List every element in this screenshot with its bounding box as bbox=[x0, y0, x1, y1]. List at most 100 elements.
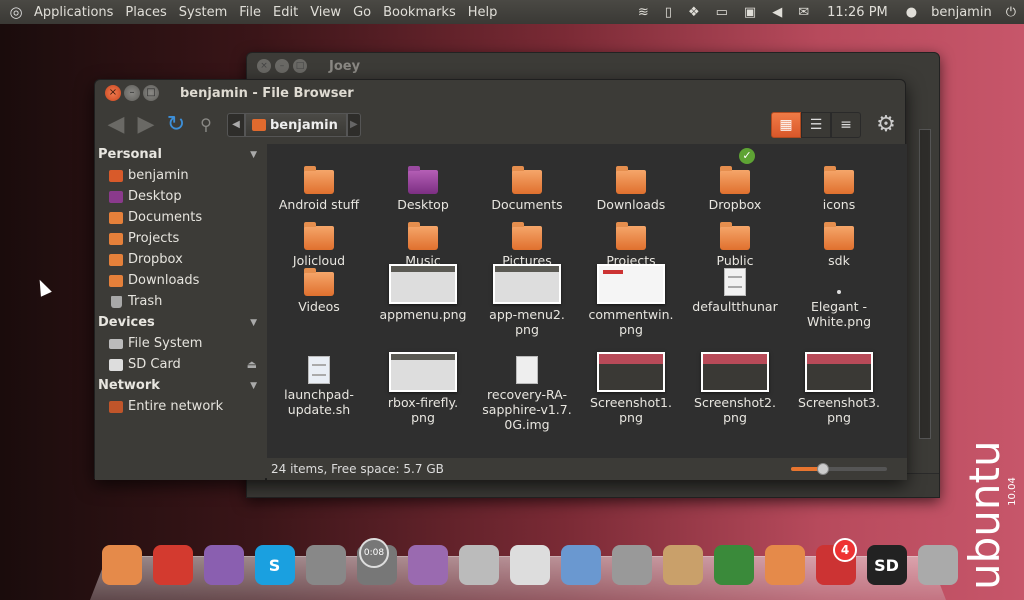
file-item[interactable]: Downloads bbox=[579, 158, 683, 212]
drive-icon bbox=[109, 338, 123, 349]
file-item[interactable]: appmenu.png bbox=[371, 260, 475, 322]
minimize-icon[interactable]: – bbox=[124, 85, 140, 101]
file-item[interactable]: launchpad- update.sh bbox=[267, 348, 371, 417]
menu-file[interactable]: File bbox=[233, 5, 267, 20]
calculator-app[interactable] bbox=[606, 540, 657, 590]
phone-icon[interactable]: ▯ bbox=[657, 5, 680, 20]
sidebar-item-trash[interactable]: Trash bbox=[95, 291, 265, 312]
file-item[interactable]: Elegant - White.png bbox=[787, 260, 891, 329]
script-file-icon bbox=[308, 356, 330, 384]
user-icon[interactable]: ● bbox=[898, 5, 925, 20]
gear-icon[interactable]: ⚙ bbox=[871, 111, 901, 139]
battery-icon[interactable]: ▭ bbox=[708, 5, 736, 20]
webcam-app[interactable] bbox=[453, 540, 504, 590]
files-app[interactable] bbox=[759, 540, 810, 590]
sidebar-header-devices[interactable]: Devices ▼ bbox=[95, 312, 265, 333]
triangle-down-icon[interactable]: ▼ bbox=[250, 381, 257, 391]
dropbox-icon[interactable]: ❖ bbox=[680, 5, 708, 20]
file-item[interactable]: icons bbox=[787, 158, 891, 212]
wifi-icon[interactable]: ≋ bbox=[630, 5, 657, 20]
back-arrow-icon[interactable]: ◀ bbox=[101, 111, 131, 139]
sidebar-item-benjamin[interactable]: benjamin bbox=[95, 165, 265, 186]
file-item[interactable]: commentwin. png bbox=[579, 260, 683, 337]
timer-app[interactable]: 0:08 bbox=[351, 538, 402, 590]
sidebar-item-downloads[interactable]: Downloads bbox=[95, 270, 265, 291]
mail-icon[interactable]: ✉ bbox=[790, 5, 817, 20]
search-icon[interactable]: ⚲ bbox=[191, 111, 221, 139]
forward-arrow-icon[interactable]: ▶ bbox=[131, 111, 161, 139]
file-item[interactable]: rbox-firefly. png bbox=[371, 348, 475, 425]
sidebar-header-personal[interactable]: Personal ▼ bbox=[95, 144, 265, 165]
triangle-down-icon[interactable]: ▼ bbox=[250, 318, 257, 328]
menu-applications[interactable]: Applications bbox=[28, 5, 119, 20]
file-view[interactable]: Android stuff Desktop Documents Downloads ✓ D… bbox=[267, 144, 907, 458]
ubuntu-logo-icon[interactable]: ◎ bbox=[4, 3, 28, 21]
triangle-down-icon[interactable]: ▼ bbox=[250, 150, 257, 160]
writer-app[interactable] bbox=[555, 540, 606, 590]
zoom-slider[interactable] bbox=[791, 463, 887, 475]
clock[interactable]: 11:26 PM bbox=[817, 5, 898, 20]
file-item[interactable]: Videos bbox=[267, 260, 371, 314]
file-item[interactable]: Screenshot3. png bbox=[787, 348, 891, 425]
sidebar-item-documents[interactable]: Documents bbox=[95, 207, 265, 228]
file-item[interactable]: ✓ Dropbox bbox=[683, 148, 787, 212]
skype-app[interactable]: S bbox=[249, 540, 300, 590]
minimize-icon[interactable]: – bbox=[275, 59, 289, 73]
power-icon[interactable]: ⏻ bbox=[998, 5, 1024, 20]
file-item[interactable]: app-menu2. png bbox=[475, 260, 579, 337]
sidebar-item-entire-network[interactable]: Entire network bbox=[95, 396, 265, 417]
menu-edit[interactable]: Edit bbox=[267, 5, 304, 20]
folder-icon bbox=[824, 166, 854, 194]
sidebar-header-network[interactable]: Network ▼ bbox=[95, 375, 265, 396]
sidebar-item-dropbox[interactable]: Dropbox bbox=[95, 249, 265, 270]
calculator-app-icon bbox=[611, 545, 652, 585]
menu-go[interactable]: Go bbox=[347, 5, 377, 20]
compact-view-button[interactable]: ≡ bbox=[831, 112, 861, 138]
close-icon[interactable]: × bbox=[257, 59, 271, 73]
pidgin-app[interactable] bbox=[198, 540, 249, 590]
sidebar-item-sd-card[interactable]: SD Card ⏏ bbox=[95, 354, 265, 375]
maximize-icon[interactable]: □ bbox=[143, 85, 159, 101]
menu-places[interactable]: Places bbox=[119, 5, 172, 20]
user-name[interactable]: benjamin bbox=[925, 5, 998, 20]
maximize-icon[interactable]: □ bbox=[293, 59, 307, 73]
file-item[interactable]: recovery-RA- sapphire-v1.7. 0G.img bbox=[475, 348, 579, 432]
settings-app[interactable] bbox=[708, 540, 759, 590]
trash-app-icon bbox=[917, 545, 958, 585]
download-app[interactable] bbox=[657, 540, 708, 590]
menu-view[interactable]: View bbox=[304, 5, 347, 20]
reload-icon[interactable]: ↻ bbox=[161, 111, 191, 139]
zoom-handle[interactable] bbox=[816, 463, 829, 475]
sd-app[interactable]: SD bbox=[861, 540, 912, 590]
empathy-app[interactable] bbox=[402, 540, 453, 590]
mail-app[interactable]: 4 bbox=[810, 538, 861, 590]
volume-icon[interactable]: ◀ bbox=[764, 5, 790, 20]
eject-icon[interactable]: ⏏ bbox=[247, 358, 257, 371]
editor-app[interactable] bbox=[504, 540, 555, 590]
menu-bookmarks[interactable]: Bookmarks bbox=[377, 5, 462, 20]
file-item[interactable]: Android stuff bbox=[267, 158, 371, 212]
folder-app[interactable] bbox=[96, 540, 147, 590]
scrollbar[interactable] bbox=[919, 129, 931, 439]
menu-help[interactable]: Help bbox=[462, 5, 504, 20]
breadcrumb-home[interactable]: benjamin bbox=[245, 113, 347, 137]
breadcrumb-left-arrow[interactable]: ◀ bbox=[227, 113, 245, 137]
file-item[interactable]: Documents bbox=[475, 158, 579, 212]
sidebar-item-projects[interactable]: Projects bbox=[95, 228, 265, 249]
list-view-button[interactable]: ☰ bbox=[801, 112, 831, 138]
file-item[interactable]: Screenshot1. png bbox=[579, 348, 683, 425]
sidebar-item-file-system[interactable]: File System bbox=[95, 333, 265, 354]
file-item[interactable]: Desktop bbox=[371, 158, 475, 212]
file-item[interactable]: Screenshot2. png bbox=[683, 348, 787, 425]
breadcrumb-right-arrow[interactable]: ▶ bbox=[346, 113, 361, 137]
chrome-app[interactable] bbox=[147, 540, 198, 590]
mail-count-badge: 4 bbox=[833, 538, 857, 562]
icon-view-button[interactable]: ▦ bbox=[771, 112, 801, 138]
trash-app[interactable] bbox=[912, 540, 963, 590]
joystick-app[interactable] bbox=[300, 540, 351, 590]
monitor-icon[interactable]: ▣ bbox=[736, 5, 764, 20]
sidebar-item-desktop[interactable]: Desktop bbox=[95, 186, 265, 207]
menu-system[interactable]: System bbox=[173, 5, 233, 20]
file-item[interactable]: defaultthunar bbox=[683, 260, 787, 314]
close-icon[interactable]: × bbox=[105, 85, 121, 101]
